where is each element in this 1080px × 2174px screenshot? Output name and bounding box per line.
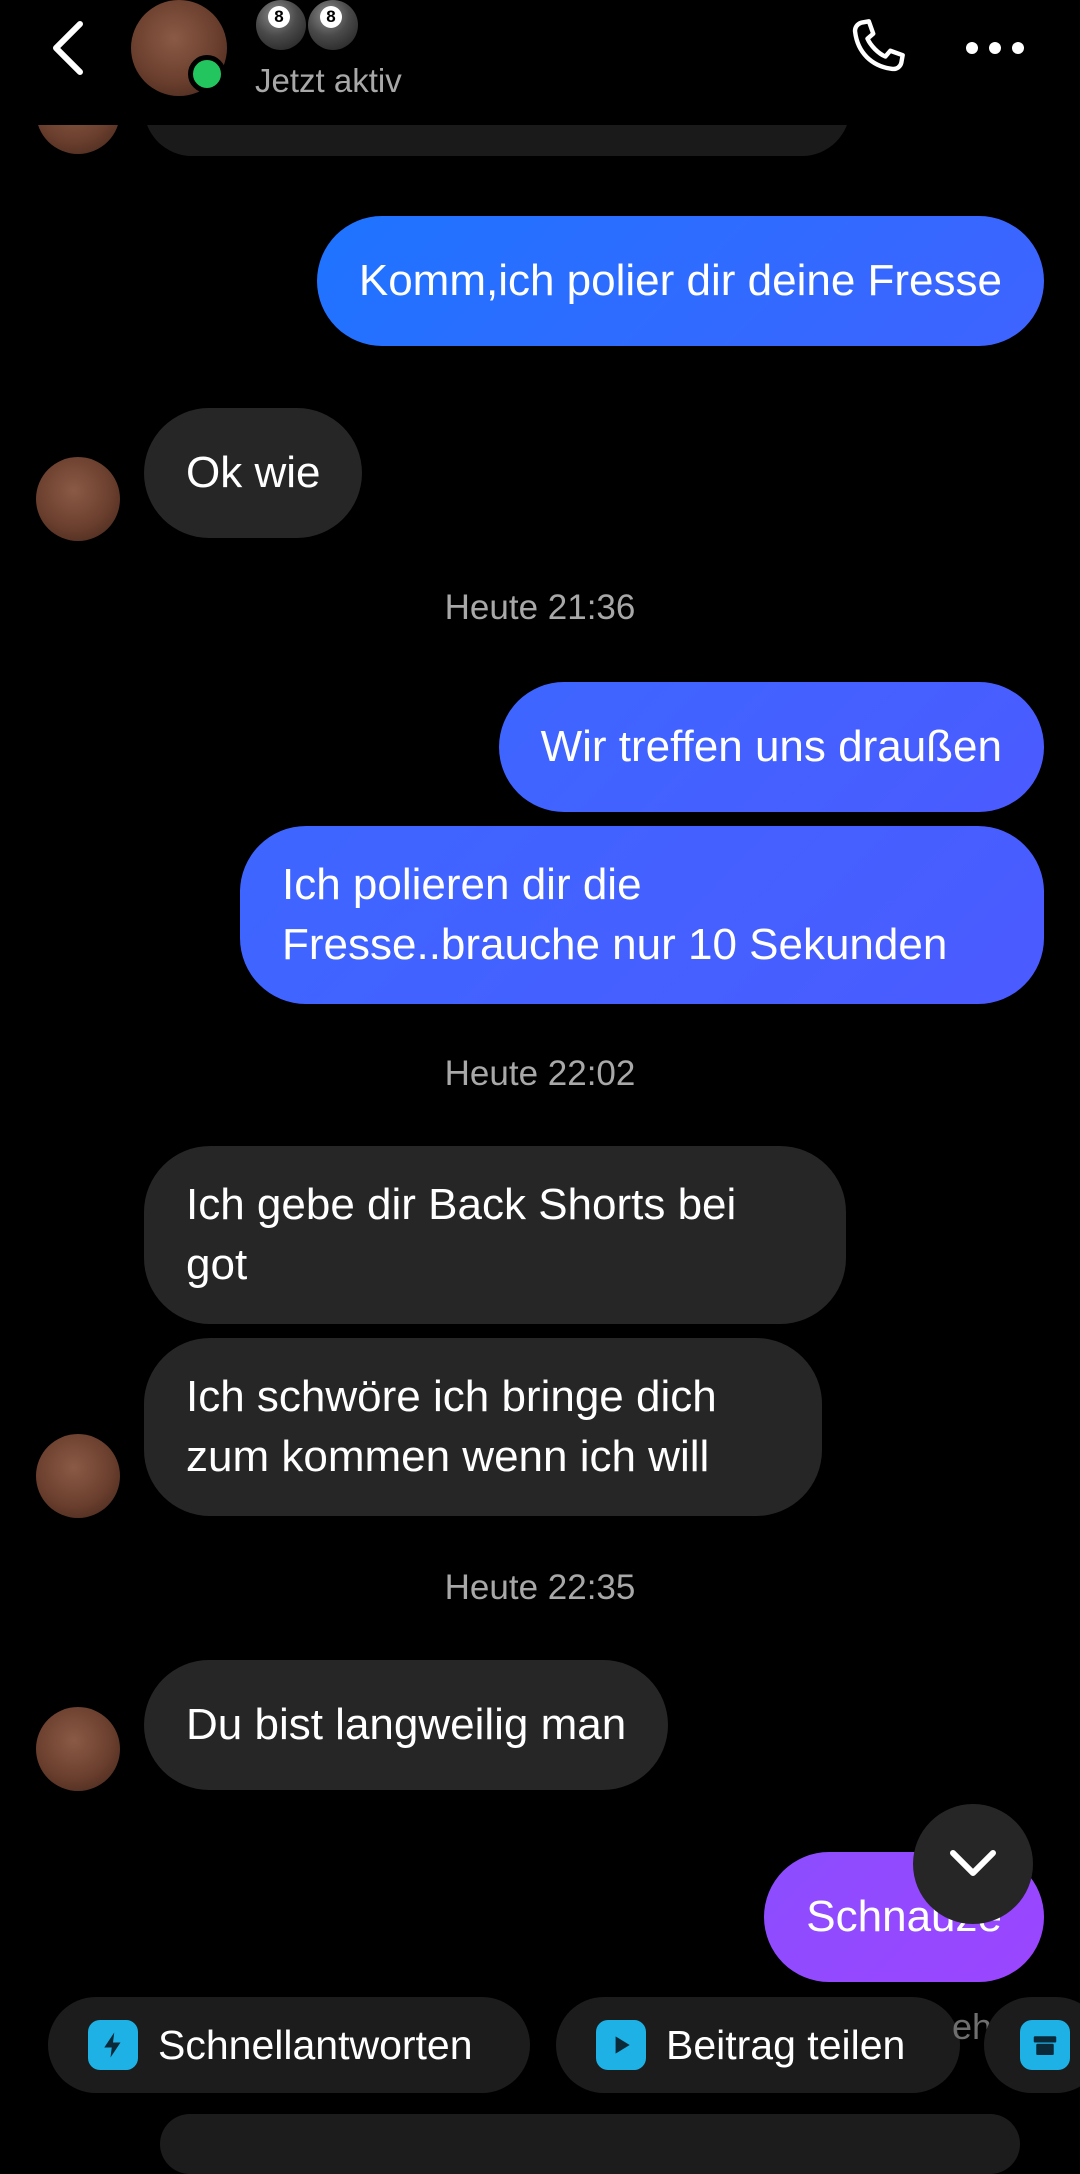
phone-icon [852, 19, 905, 72]
message-composer[interactable] [160, 2114, 1020, 2174]
scroll-to-bottom-button[interactable] [913, 1804, 1033, 1924]
back-button[interactable] [38, 14, 98, 82]
message-line: Ich gebe dir Back Shorts bei [186, 1180, 737, 1229]
shop-icon [1020, 2020, 1070, 2070]
outgoing-message[interactable]: Wir treffen uns draußen [498, 682, 1044, 812]
share-post-icon [596, 2020, 646, 2070]
message-line: got [186, 1240, 248, 1289]
contact-avatar-small [36, 457, 120, 541]
chat-header: Jetzt aktiv [0, 0, 1080, 125]
contact-avatar-small [36, 1434, 120, 1518]
online-indicator [188, 55, 226, 93]
message-timestamp: Heute 21:36 [444, 588, 636, 627]
message-line: Ich schwöre ich bringe dich [186, 1372, 717, 1421]
more-options-button[interactable] [960, 20, 1030, 76]
share-post-chip[interactable]: Beitrag teilen [556, 1997, 960, 2093]
contact-avatar-small [36, 1707, 120, 1791]
message-line: Fresse..brauche nur 10 Sekunden [282, 920, 948, 969]
incoming-message[interactable]: Ich gebe dir Back Shorts bei got [144, 1146, 846, 1324]
contact-name-emojis[interactable] [256, 0, 358, 50]
audio-call-button[interactable] [840, 12, 912, 84]
outgoing-message[interactable]: Komm,ich polier dir deine Fresse [316, 216, 1044, 346]
message-line: zum kommen wenn ich will [186, 1432, 710, 1481]
active-status: Jetzt aktiv [255, 62, 402, 99]
outgoing-message[interactable]: Ich polieren dir die Fresse..brauche nur… [240, 826, 1044, 1004]
chip-label: Beitrag teilen [666, 2021, 906, 2068]
message-line: Ich polieren dir die [282, 860, 642, 909]
incoming-message[interactable]: Ok wie [144, 408, 363, 538]
8-ball-icon [256, 0, 306, 50]
8-ball-icon [308, 0, 358, 50]
chevron-left-icon [53, 21, 83, 75]
incoming-message[interactable]: Ich schwöre ich bringe dich zum kommen w… [144, 1338, 822, 1516]
chip-label: Schnellantworten [158, 2021, 473, 2068]
message-timestamp: Heute 22:02 [444, 1054, 636, 1093]
quick-replies-chip[interactable]: Schnellantworten [48, 1997, 530, 2093]
more-horizontal-icon [966, 42, 1024, 54]
chevron-down-icon [950, 1850, 996, 1876]
incoming-message[interactable]: Du bist langweilig man [144, 1660, 669, 1790]
shop-chip[interactable] [984, 1997, 1080, 2093]
message-timestamp: Heute 22:35 [444, 1568, 636, 1607]
quick-reply-icon [88, 2020, 138, 2070]
